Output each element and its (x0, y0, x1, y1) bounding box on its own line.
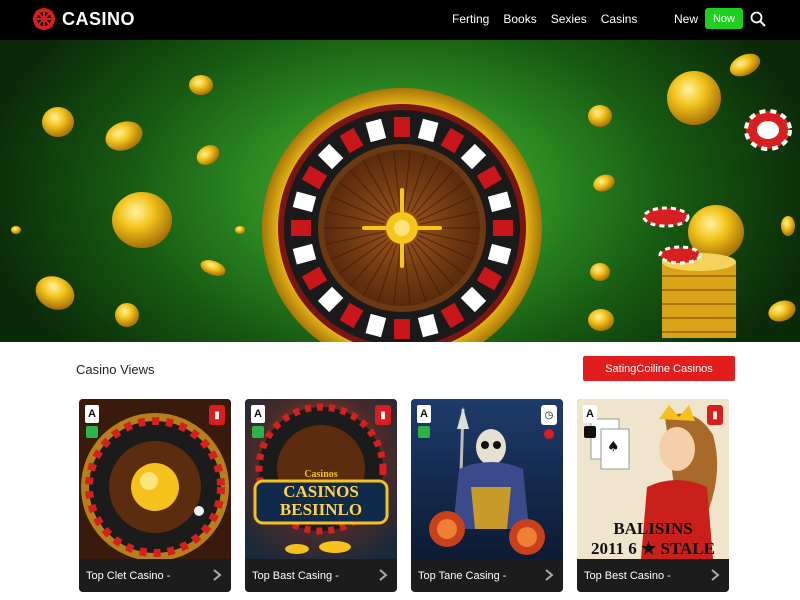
svg-text:♠: ♠ (607, 439, 620, 455)
card-footer: Top Tane Casing - (411, 559, 563, 592)
status-dot (584, 426, 596, 438)
card-art-subtitle: 2011 6 ★ STALE (590, 539, 716, 558)
starting-online-casinos-button[interactable]: SatingCoiline Casinos (583, 356, 735, 381)
search-icon[interactable] (750, 11, 766, 27)
card-art-subtitle: Casinos (304, 469, 338, 480)
roulette-pocket (394, 117, 410, 137)
chevron-right-icon[interactable] (211, 568, 223, 582)
nav-item-sexies[interactable]: Sexies (551, 12, 587, 26)
casino-card[interactable]: A ▮ Top Clet Casino - (79, 399, 231, 592)
main-nav: Ferting Books Sexies Casins (452, 12, 637, 26)
top-nav-bar: CASINO Ferting Books Sexies Casins New N… (0, 0, 800, 40)
chevron-right-icon[interactable] (377, 568, 389, 582)
roulette-pocket (493, 220, 513, 236)
bookmark-icon[interactable]: ▮ (209, 405, 225, 425)
section-title: Casino Views (76, 362, 155, 377)
hero-roulette-illustration (11, 53, 796, 342)
casino-card[interactable]: ♠ BALISINS 2011 6 ★ STALE A ▮ Top Best C… (577, 399, 729, 592)
card-art-title: CASINOS BESIINLO (279, 482, 363, 519)
status-dot (252, 426, 264, 438)
status-dot (418, 426, 430, 438)
nav-item-books[interactable]: Books (503, 12, 536, 26)
bookmark-icon[interactable]: ▮ (707, 405, 723, 425)
card-footer: Top Bast Casing - (245, 559, 397, 592)
chevron-right-icon[interactable] (709, 568, 721, 582)
card-title: Top Bast Casing - (252, 569, 339, 582)
play-now-button[interactable]: Now (705, 8, 743, 29)
chevron-right-icon[interactable] (543, 568, 555, 582)
bookmark-icon[interactable]: ▮ (375, 405, 391, 425)
coins-right (588, 53, 796, 338)
rating-badge: A (251, 405, 265, 423)
coins-left (11, 75, 245, 327)
card-title: Top Clet Casino - (86, 569, 171, 582)
logo[interactable]: CASINO (32, 7, 135, 31)
card-title: Top Best Casino - (584, 569, 671, 582)
status-dot-red (544, 429, 554, 439)
card-art-title: BALISINS (613, 519, 693, 538)
nav-item-ferting[interactable]: Ferting (452, 12, 489, 26)
logo-text: CASINO (62, 8, 136, 29)
casino-card-list: A ▮ Top Clet Casino - Casinos CASINOS BE… (79, 399, 729, 592)
roulette-pocket (291, 220, 311, 236)
casino-card[interactable]: Casinos CASINOS BESIINLO A ▮ Top Bast Ca… (245, 399, 397, 592)
bookmark-icon[interactable]: ◷ (541, 405, 557, 425)
rating-badge: A (85, 405, 99, 423)
nav-item-casins[interactable]: Casins (601, 12, 638, 26)
card-title: Top Tane Casing - (418, 569, 507, 582)
card-footer: Top Best Casino - (577, 559, 729, 592)
roulette-wheel (262, 88, 542, 342)
card-footer: Top Clet Casino - (79, 559, 231, 592)
hero-banner (0, 40, 800, 342)
rating-badge: A (417, 405, 431, 423)
rating-badge: A (583, 405, 597, 423)
casino-card[interactable]: A ◷ Top Tane Casing - (411, 399, 563, 592)
roulette-logo-icon (33, 8, 55, 30)
status-dot (86, 426, 98, 438)
new-link[interactable]: New (674, 12, 698, 26)
roulette-pocket (394, 319, 410, 339)
